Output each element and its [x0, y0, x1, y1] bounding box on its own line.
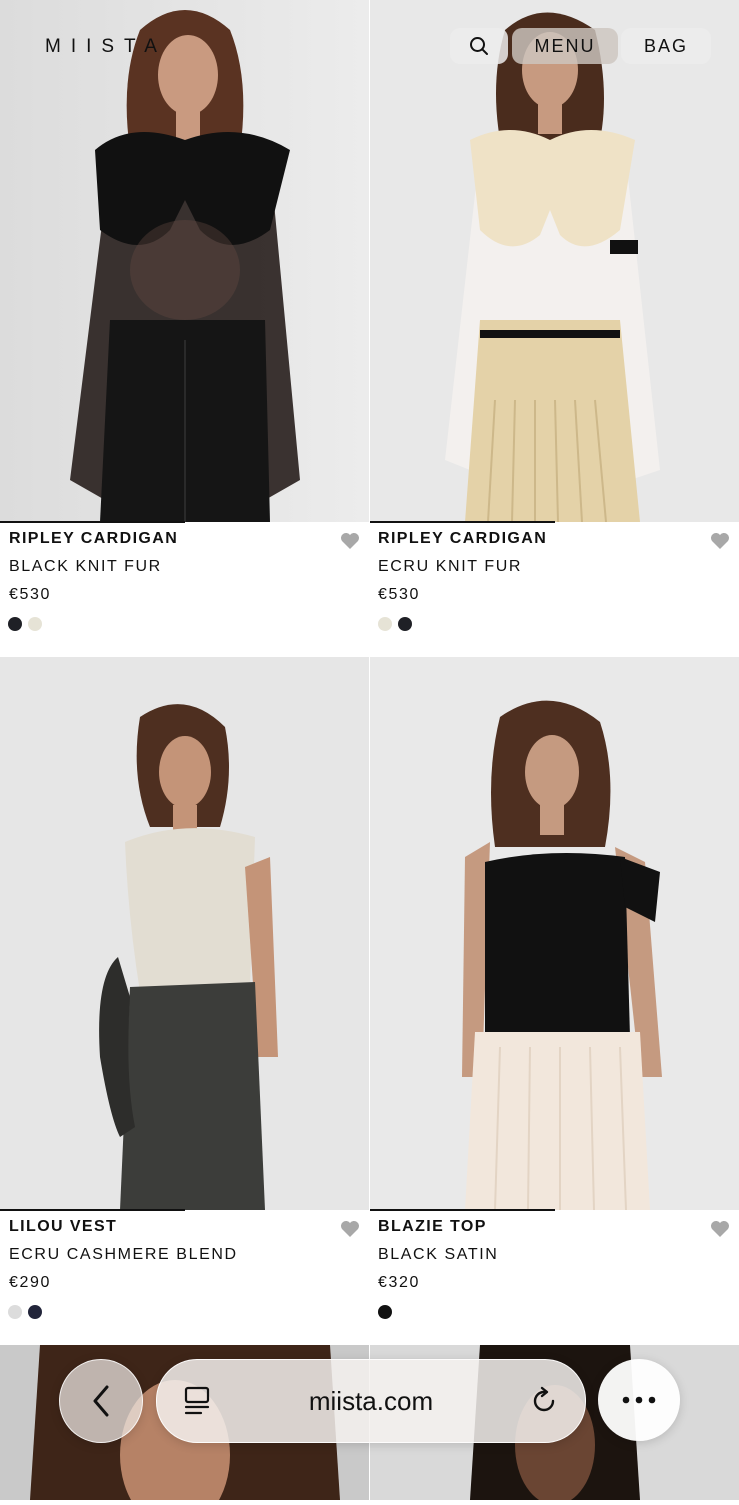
back-button[interactable] — [59, 1359, 143, 1443]
product-price: €530 — [9, 586, 51, 603]
search-icon — [470, 37, 488, 55]
image-underline — [370, 521, 555, 523]
product-color: BLACK SATIN — [378, 1246, 499, 1263]
product-color: ECRU KNIT FUR — [378, 558, 523, 575]
bag-button[interactable]: BAG — [621, 28, 711, 64]
swatch-black[interactable] — [378, 1305, 392, 1319]
swatch-grey[interactable] — [8, 1305, 22, 1319]
more-button[interactable] — [598, 1359, 680, 1441]
site-logo[interactable]: MIISTA — [45, 36, 167, 58]
heart-icon[interactable] — [340, 532, 360, 550]
color-swatches — [8, 1305, 42, 1319]
heart-icon[interactable] — [340, 1220, 360, 1238]
product-card[interactable]: RIPLEY CARDIGAN ECRU KNIT FUR €530 — [370, 0, 739, 657]
menu-button[interactable]: MENU — [512, 28, 618, 64]
product-color: BLACK KNIT FUR — [9, 558, 162, 575]
image-underline — [0, 521, 185, 523]
product-name[interactable]: BLAZIE TOP — [378, 1218, 487, 1236]
product-image[interactable] — [370, 657, 739, 1210]
product-image[interactable] — [370, 0, 739, 522]
image-underline — [370, 1209, 555, 1211]
heart-icon[interactable] — [710, 532, 730, 550]
product-name[interactable]: LILOU VEST — [9, 1218, 117, 1236]
url-text[interactable]: miista.com — [157, 1386, 585, 1417]
search-button[interactable] — [450, 28, 508, 64]
swatch-black[interactable] — [8, 617, 22, 631]
product-name[interactable]: RIPLEY CARDIGAN — [9, 530, 178, 548]
heart-icon[interactable] — [710, 1220, 730, 1238]
product-card[interactable]: LILOU VEST ECRU CASHMERE BLEND €290 — [0, 657, 369, 1345]
reload-icon[interactable] — [529, 1386, 559, 1416]
more-icon — [622, 1396, 656, 1404]
product-color: ECRU CASHMERE BLEND — [9, 1246, 238, 1263]
swatch-ecru[interactable] — [28, 617, 42, 631]
product-card[interactable]: BLAZIE TOP BLACK SATIN €320 — [370, 657, 739, 1345]
color-swatches — [8, 617, 42, 631]
product-image[interactable] — [0, 657, 369, 1210]
color-swatches — [378, 1305, 392, 1319]
chevron-left-icon — [93, 1385, 109, 1417]
image-underline — [0, 1209, 185, 1211]
swatch-navy[interactable] — [28, 1305, 42, 1319]
product-price: €320 — [378, 1274, 420, 1291]
product-image[interactable] — [0, 0, 369, 522]
color-swatches — [378, 617, 412, 631]
product-name[interactable]: RIPLEY CARDIGAN — [378, 530, 547, 548]
address-bar[interactable]: miista.com — [156, 1359, 586, 1443]
product-price: €290 — [9, 1274, 51, 1291]
swatch-black[interactable] — [398, 617, 412, 631]
swatch-ecru[interactable] — [378, 617, 392, 631]
product-card[interactable]: RIPLEY CARDIGAN BLACK KNIT FUR €530 — [0, 0, 369, 657]
product-price: €530 — [378, 586, 420, 603]
